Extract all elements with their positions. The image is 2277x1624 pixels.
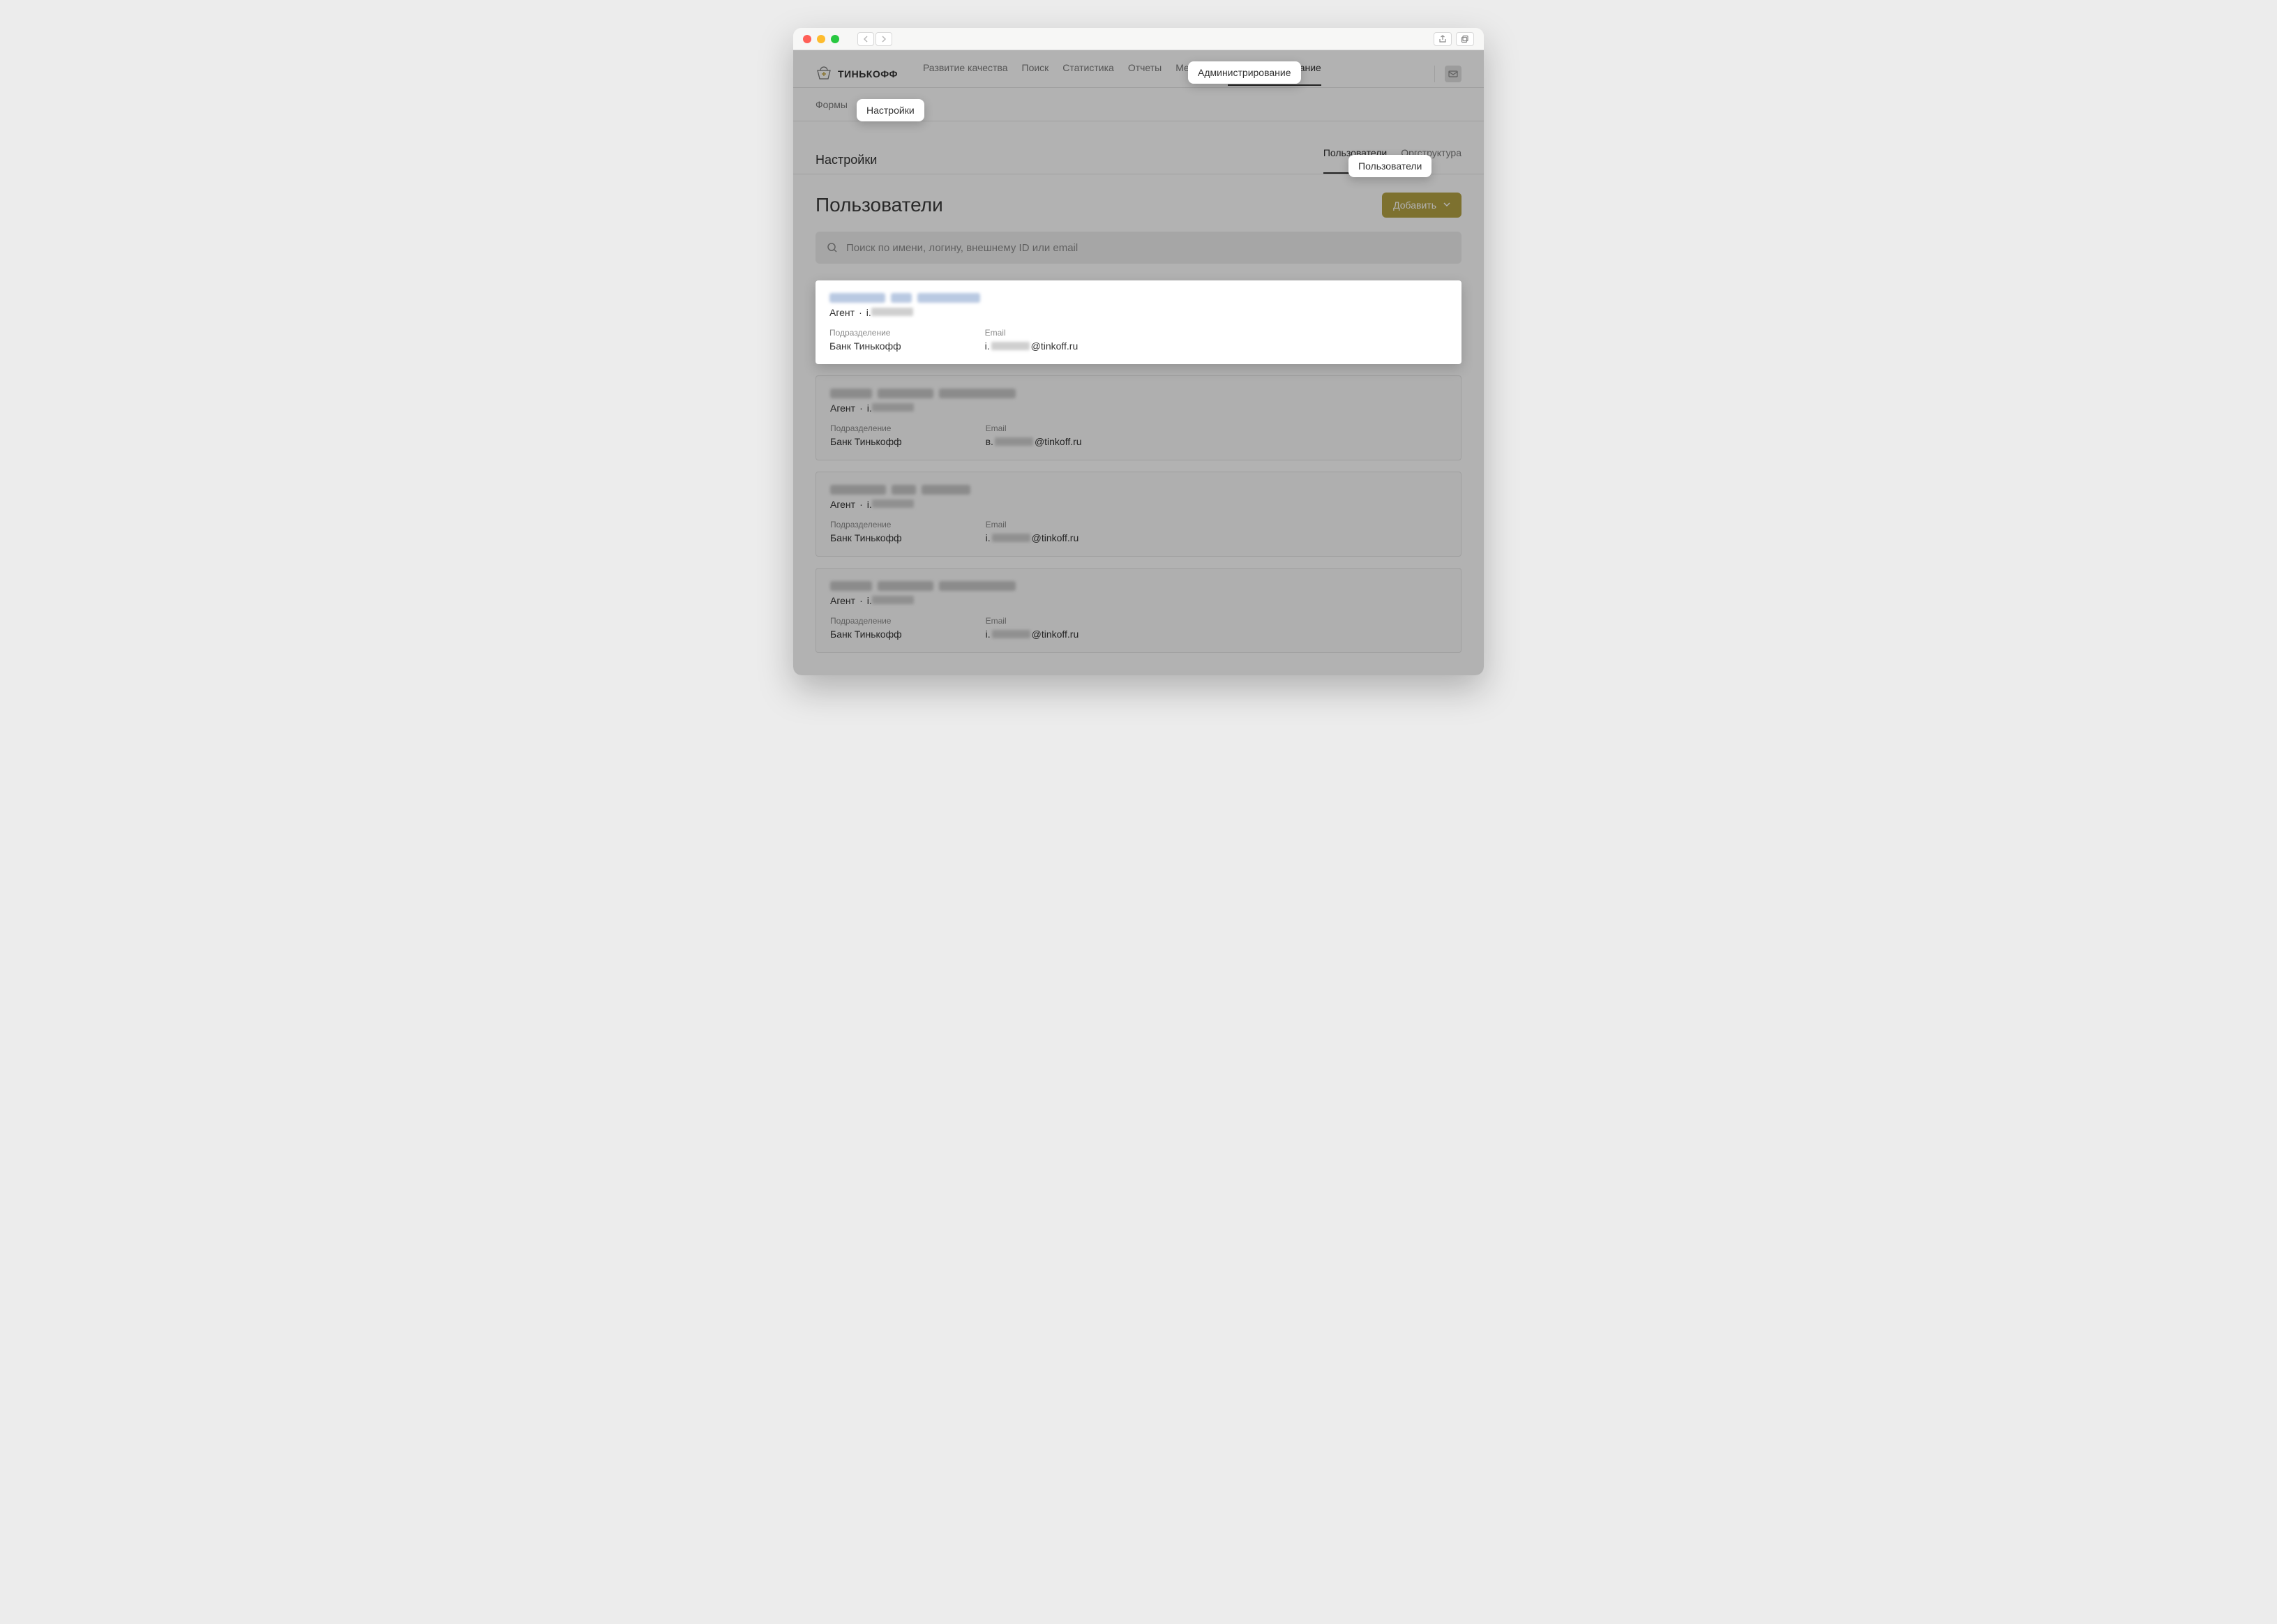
section-title: Настройки (816, 153, 877, 167)
main-nav-search[interactable]: Поиск (1022, 62, 1049, 86)
department-value: Банк Тинькофф (829, 340, 901, 352)
search-placeholder: Поиск по имени, логину, внешнему ID или … (846, 242, 1078, 254)
user-name-redacted (830, 485, 1447, 495)
user-card[interactable]: Агент · i. Подразделение Банк Тинькофф Emai… (816, 280, 1461, 364)
header-right (1434, 66, 1461, 82)
close-window-button[interactable] (803, 35, 811, 43)
user-login: i. (866, 307, 913, 318)
search-icon (827, 242, 838, 253)
user-role: Агент (830, 595, 855, 606)
user-name-redacted (829, 293, 1448, 303)
add-button[interactable]: Добавить (1382, 193, 1461, 218)
email-label: Email (985, 328, 1079, 338)
email-value: i.@tinkoff.ru (986, 629, 1079, 640)
chevron-down-icon (1443, 201, 1450, 209)
maximize-window-button[interactable] (831, 35, 839, 43)
main-nav-reports[interactable]: Отчеты (1128, 62, 1162, 86)
traffic-lights (803, 35, 839, 43)
department-label: Подразделение (829, 328, 901, 338)
user-role: Агент (829, 307, 855, 318)
email-label: Email (986, 423, 1082, 433)
user-list: Агент · i. Подразделение Банк Тинькофф Emai… (793, 264, 1484, 675)
browser-window: ТИНЬКОФФ Развитие качества Поиск Статист… (793, 28, 1484, 675)
email-value: i.@tinkoff.ru (986, 532, 1079, 543)
callout-section-tab: Пользователи (1348, 155, 1431, 177)
user-role-row: Агент · i. (830, 499, 1447, 510)
user-role: Агент (830, 499, 855, 510)
user-login: i. (867, 595, 914, 606)
page-header: Пользователи Добавить (793, 174, 1484, 218)
email-label: Email (986, 616, 1079, 626)
email-value: i.@tinkoff.ru (985, 340, 1079, 352)
forward-button[interactable] (876, 32, 892, 46)
minimize-window-button[interactable] (817, 35, 825, 43)
user-name-redacted (830, 581, 1447, 591)
user-name-redacted (830, 389, 1447, 398)
page-title: Пользователи (816, 194, 943, 216)
email-label: Email (986, 520, 1079, 529)
department-value: Банк Тинькофф (830, 436, 902, 447)
user-role: Агент (830, 403, 855, 414)
callout-nav-admin: Администрирование (1188, 61, 1301, 84)
department-label: Подразделение (830, 423, 902, 433)
window-titlebar (793, 28, 1484, 50)
chevron-right-icon (881, 36, 887, 43)
department-value: Банк Тинькофф (830, 532, 902, 543)
search-input[interactable]: Поиск по имени, логину, внешнему ID или … (816, 232, 1461, 264)
share-icon (1438, 35, 1447, 43)
department-label: Подразделение (830, 616, 902, 626)
callout-subnav: Настройки (857, 99, 924, 121)
brand[interactable]: ТИНЬКОФФ (816, 66, 898, 82)
chevron-left-icon (863, 36, 869, 43)
user-card[interactable]: Агент · i. Подразделение Банк Тинькофф Emai… (816, 568, 1461, 653)
brand-name: ТИНЬКОФФ (838, 68, 898, 80)
user-card[interactable]: Агент · i. Подразделение Банк Тинькофф Emai… (816, 375, 1461, 460)
envelope-icon (1448, 69, 1458, 79)
add-button-label: Добавить (1393, 200, 1436, 211)
tabs-button[interactable] (1456, 32, 1474, 46)
department-label: Подразделение (830, 520, 902, 529)
user-login: i. (867, 499, 914, 510)
subnav-forms[interactable]: Формы (816, 99, 848, 121)
main-nav-stats[interactable]: Статистика (1062, 62, 1114, 86)
tabs-icon (1461, 35, 1469, 43)
app-header: ТИНЬКОФФ Развитие качества Поиск Статист… (793, 50, 1484, 88)
main-nav-quality[interactable]: Развитие качества (923, 62, 1008, 86)
share-button[interactable] (1434, 32, 1452, 46)
history-nav (857, 32, 892, 46)
brand-logo-icon (816, 66, 832, 82)
user-card[interactable]: Агент · i. Подразделение Банк Тинькофф Emai… (816, 472, 1461, 557)
department-value: Банк Тинькофф (830, 629, 902, 640)
back-button[interactable] (857, 32, 874, 46)
user-role-row: Агент · i. (829, 307, 1448, 318)
user-role-row: Агент · i. (830, 403, 1447, 414)
user-role-row: Агент · i. (830, 595, 1447, 606)
user-login: i. (867, 403, 914, 414)
app-viewport: ТИНЬКОФФ Развитие качества Поиск Статист… (793, 50, 1484, 675)
email-value: в.@tinkoff.ru (986, 436, 1082, 447)
notifications-button[interactable] (1445, 66, 1461, 82)
